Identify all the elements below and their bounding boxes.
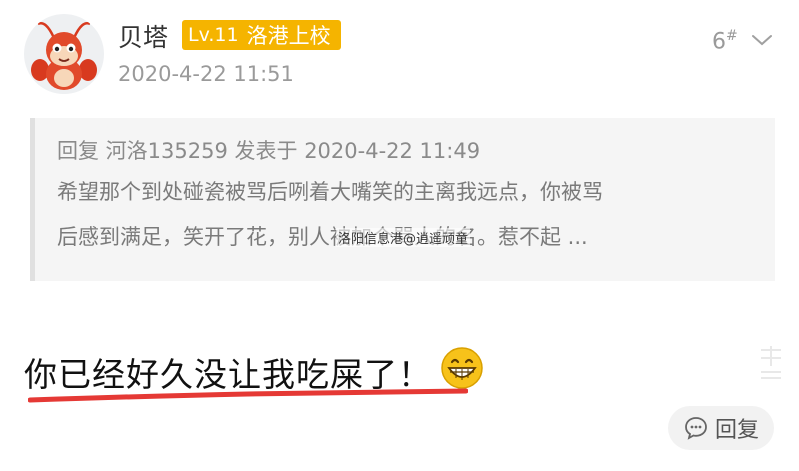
red-underline: [28, 388, 468, 403]
quote-text-line-1: 希望那个到处碰瓷被骂后咧着大嘴笑的主离我远点，你被骂: [57, 180, 603, 204]
comment-icon: [685, 417, 707, 440]
watermark: 洛阳信息港@逍遥顽童: [336, 228, 471, 247]
floor-number: 6#: [712, 28, 738, 55]
reply-label: 回复: [714, 418, 759, 443]
post-timestamp: 2020-4-22 11:51: [118, 62, 294, 86]
quoted-reply[interactable]: 回复 河洛135259 发表于 2020-4-22 11:49 希望那个到处碰瓷…: [30, 118, 775, 281]
level-badge: Lv.11 洛港上校: [182, 20, 341, 50]
lobster-avatar-icon: [31, 22, 97, 90]
username[interactable]: 贝塔: [118, 18, 168, 54]
avatar[interactable]: [24, 14, 104, 94]
chevron-down-icon[interactable]: [750, 32, 774, 48]
level-label: Lv.11: [188, 24, 239, 46]
rank-label: 洛港上校: [246, 24, 331, 48]
quote-header: 回复 河洛135259 发表于 2020-4-22 11:49: [57, 139, 481, 163]
scroll-hint-icon: [761, 346, 781, 379]
grinning-face-icon: [441, 347, 483, 389]
reply-button[interactable]: 回复: [668, 406, 774, 450]
